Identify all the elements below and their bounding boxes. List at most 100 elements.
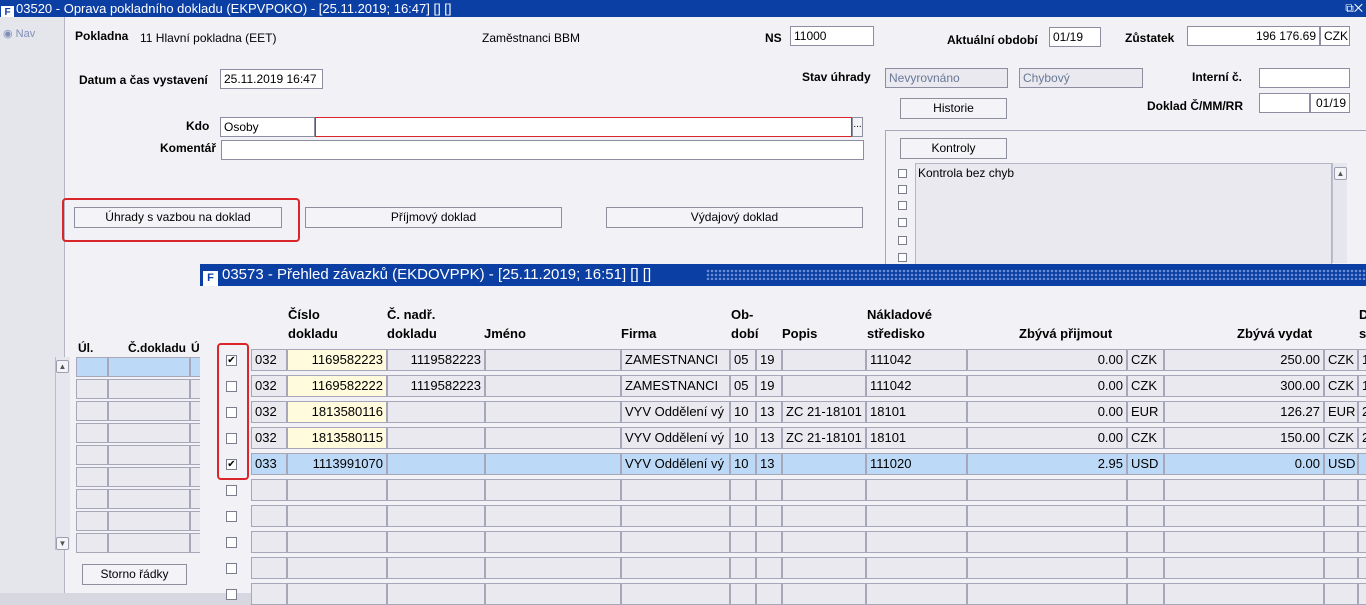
prijmovy-button[interactable]: Příjmový doklad bbox=[305, 207, 562, 228]
cell-prijmout[interactable] bbox=[967, 531, 1127, 553]
cell-jmeno[interactable] bbox=[485, 479, 621, 501]
cell-nadr[interactable] bbox=[387, 505, 485, 527]
cell-ob1[interactable]: 10 bbox=[730, 427, 756, 449]
doklad-cislo-field[interactable] bbox=[1259, 93, 1310, 113]
cell-nakl[interactable] bbox=[866, 531, 967, 553]
row-checkbox[interactable] bbox=[226, 485, 237, 496]
cell-jmeno[interactable] bbox=[485, 349, 621, 371]
cell-vydat[interactable] bbox=[1164, 505, 1324, 527]
cell-vydat[interactable]: 300.00 bbox=[1164, 375, 1324, 397]
cell-cur2[interactable]: USD bbox=[1324, 453, 1358, 475]
cell-ob2[interactable]: 13 bbox=[756, 401, 782, 423]
cell-nadr[interactable] bbox=[387, 401, 485, 423]
cell-cislo[interactable]: 1813580115 bbox=[287, 427, 387, 449]
cell-vydat[interactable] bbox=[1164, 531, 1324, 553]
cell-nadr[interactable] bbox=[387, 479, 485, 501]
cell-extra[interactable] bbox=[1358, 557, 1366, 579]
cell-cur1[interactable]: EUR bbox=[1127, 401, 1164, 423]
left-table-cell[interactable] bbox=[76, 467, 108, 487]
cell-cislo[interactable] bbox=[287, 505, 387, 527]
historie-button[interactable]: Historie bbox=[900, 98, 1007, 119]
left-scroll-down-icon[interactable]: ▼ bbox=[56, 537, 69, 550]
cell-typ[interactable] bbox=[251, 583, 287, 605]
cell-ob1[interactable] bbox=[730, 583, 756, 605]
cell-extra[interactable]: 1 bbox=[1358, 375, 1366, 397]
cell-firma[interactable] bbox=[621, 531, 730, 553]
cell-typ[interactable]: 032 bbox=[251, 401, 287, 423]
cell-jmeno[interactable] bbox=[485, 401, 621, 423]
cell-firma[interactable] bbox=[621, 557, 730, 579]
cell-cur2[interactable] bbox=[1324, 479, 1358, 501]
cell-firma[interactable] bbox=[621, 583, 730, 605]
cell-popis[interactable]: ZC 21-18101 bbox=[782, 401, 866, 423]
kontrola-checkbox-3[interactable] bbox=[898, 201, 907, 210]
cell-prijmout[interactable] bbox=[967, 505, 1127, 527]
cell-typ[interactable]: 032 bbox=[251, 349, 287, 371]
cell-popis[interactable] bbox=[782, 349, 866, 371]
kontrola-checkbox-2[interactable] bbox=[898, 185, 907, 194]
zustatek-field[interactable]: 196 176.69 bbox=[1187, 26, 1320, 46]
cell-ob1[interactable] bbox=[730, 557, 756, 579]
row-checkbox[interactable] bbox=[226, 589, 237, 600]
cell-ob2[interactable] bbox=[756, 531, 782, 553]
cell-firma[interactable]: VYV Oddělení vý bbox=[621, 427, 730, 449]
cell-cur2[interactable]: CZK bbox=[1324, 349, 1358, 371]
left-scroll-up-icon[interactable]: ▲ bbox=[56, 360, 69, 373]
left-table-cell[interactable] bbox=[76, 379, 108, 399]
cell-vydat[interactable]: 250.00 bbox=[1164, 349, 1324, 371]
cell-ob1[interactable]: 05 bbox=[730, 375, 756, 397]
cell-cur1[interactable] bbox=[1127, 505, 1164, 527]
row-checkbox[interactable] bbox=[226, 563, 237, 574]
left-table-cell[interactable] bbox=[108, 445, 190, 465]
cell-popis[interactable]: ZC 21-18101 bbox=[782, 427, 866, 449]
cell-cislo[interactable]: 1169582223 bbox=[287, 349, 387, 371]
cell-popis[interactable] bbox=[782, 583, 866, 605]
left-table-cell[interactable] bbox=[76, 533, 108, 553]
cell-ob2[interactable]: 13 bbox=[756, 453, 782, 475]
cell-nadr[interactable] bbox=[387, 427, 485, 449]
kdo-type-field[interactable]: Osoby bbox=[220, 117, 315, 137]
cell-cur1[interactable] bbox=[1127, 531, 1164, 553]
nav-button[interactable]: ◉ Nav bbox=[3, 27, 35, 40]
cell-vydat[interactable]: 150.00 bbox=[1164, 427, 1324, 449]
cell-prijmout[interactable]: 0.00 bbox=[967, 401, 1127, 423]
cell-cislo[interactable] bbox=[287, 531, 387, 553]
cell-ob2[interactable] bbox=[756, 505, 782, 527]
kontroly-scroll-up-icon[interactable]: ▲ bbox=[1334, 167, 1347, 180]
cell-cur1[interactable]: CZK bbox=[1127, 375, 1164, 397]
cell-extra[interactable] bbox=[1358, 453, 1366, 475]
cell-extra[interactable]: 2 bbox=[1358, 427, 1366, 449]
cell-extra[interactable] bbox=[1358, 531, 1366, 553]
cell-nakl[interactable]: 111042 bbox=[866, 375, 967, 397]
left-table-cell[interactable] bbox=[108, 357, 190, 377]
left-table-cell[interactable] bbox=[76, 445, 108, 465]
row-checkbox[interactable] bbox=[226, 511, 237, 522]
cell-jmeno[interactable] bbox=[485, 375, 621, 397]
cell-ob2[interactable] bbox=[756, 557, 782, 579]
cell-cur1[interactable]: CZK bbox=[1127, 349, 1164, 371]
kontroly-button[interactable]: Kontroly bbox=[900, 138, 1007, 159]
cell-nakl[interactable]: 111020 bbox=[866, 453, 967, 475]
left-table-cell[interactable] bbox=[108, 379, 190, 399]
doklad-obdobi-field[interactable]: 01/19 bbox=[1310, 93, 1350, 113]
cell-extra[interactable]: 2 bbox=[1358, 401, 1366, 423]
cell-typ[interactable]: 033 bbox=[251, 453, 287, 475]
cell-extra[interactable] bbox=[1358, 583, 1366, 605]
cell-nakl[interactable]: 111042 bbox=[866, 349, 967, 371]
cell-jmeno[interactable] bbox=[485, 427, 621, 449]
cell-extra[interactable]: 1 bbox=[1358, 349, 1366, 371]
cell-cislo[interactable] bbox=[287, 557, 387, 579]
cell-firma[interactable]: VYV Oddělení vý bbox=[621, 453, 730, 475]
left-table-cell[interactable] bbox=[108, 423, 190, 443]
left-table-cell[interactable] bbox=[108, 533, 190, 553]
cell-popis[interactable] bbox=[782, 557, 866, 579]
cell-extra[interactable] bbox=[1358, 479, 1366, 501]
cell-jmeno[interactable] bbox=[485, 583, 621, 605]
cell-typ[interactable]: 032 bbox=[251, 375, 287, 397]
cell-ob1[interactable]: 10 bbox=[730, 453, 756, 475]
interni-field[interactable] bbox=[1259, 68, 1350, 88]
cell-firma[interactable]: VYV Oddělení vý bbox=[621, 401, 730, 423]
cell-typ[interactable] bbox=[251, 531, 287, 553]
left-table-cell[interactable] bbox=[76, 489, 108, 509]
ns-field[interactable]: 11000 bbox=[790, 26, 874, 46]
